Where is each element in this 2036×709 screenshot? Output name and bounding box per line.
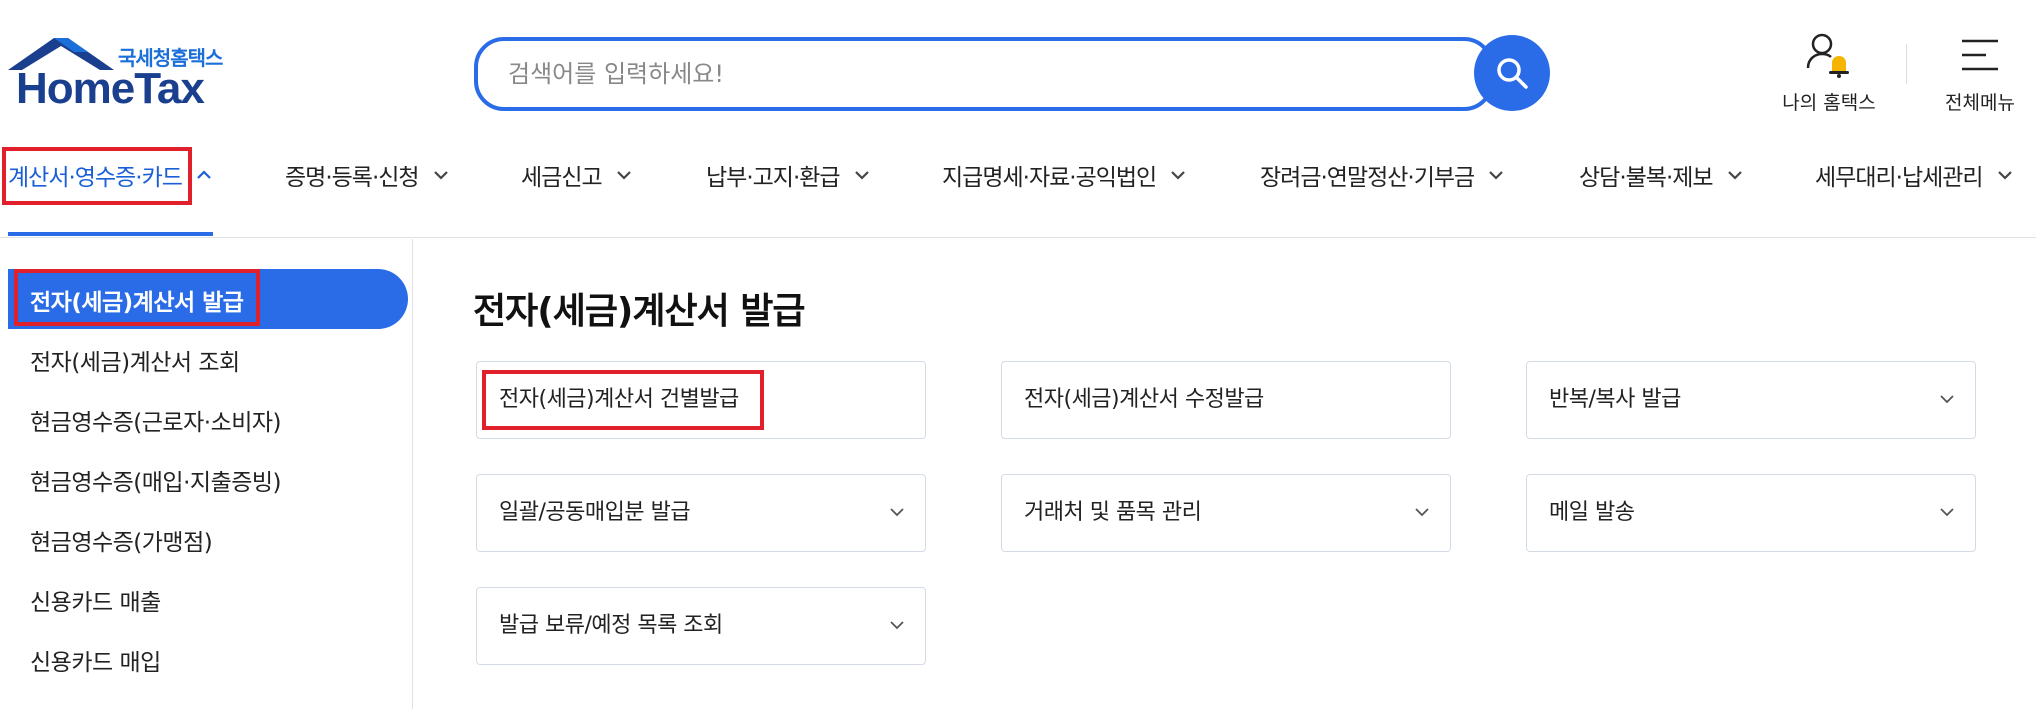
sidebar-item-credit-card-sales[interactable]: 신용카드 매출 [30, 583, 161, 617]
gnb-item-tax-filing[interactable]: 세금신고 [521, 140, 632, 210]
main-navigation: 계산서·영수증·카드 증명·등록·신청 세금신고 납부·고지·환급 지급명세·자… [0, 140, 2036, 238]
chevron-down-icon [1997, 170, 2013, 180]
chevron-down-icon [433, 170, 449, 180]
chevron-down-icon [1939, 507, 1955, 517]
gnb-item-label: 세금신고 [521, 165, 603, 191]
card-bulk-joint-purchase-issue[interactable]: 일괄/공동매입분 발급 [476, 474, 926, 552]
chevron-down-icon [854, 170, 870, 180]
gnb-item-payment-refund[interactable]: 납부·고지·환급 [706, 140, 870, 210]
all-menu-label: 전체메뉴 [1945, 92, 2015, 114]
header-divider [1906, 44, 1907, 84]
chevron-down-icon [889, 507, 905, 517]
card-send-mail[interactable]: 메일 발송 [1526, 474, 1976, 552]
chevron-down-icon [1414, 507, 1430, 517]
sidebar: 전자(세금)계산서 발급 전자(세금)계산서 조회 현금영수증(근로자·소비자)… [0, 239, 413, 709]
card-label: 메일 발송 [1549, 500, 1635, 525]
sidebar-item-issue-e-invoice[interactable]: 전자(세금)계산서 발급 [30, 283, 244, 317]
user-bell-icon [1806, 33, 1849, 78]
gnb-item-label: 증명·등록·신청 [285, 165, 420, 191]
chevron-down-icon [1170, 170, 1186, 180]
card-label: 반복/복사 발급 [1549, 387, 1681, 412]
sidebar-item-inquire-e-invoice[interactable]: 전자(세금)계산서 조회 [30, 343, 240, 377]
chevron-down-icon [889, 620, 905, 630]
search-input[interactable] [508, 41, 1448, 107]
card-individual-issue[interactable]: 전자(세금)계산서 건별발급 [476, 361, 926, 439]
card-pending-scheduled-list[interactable]: 발급 보류/예정 목록 조회 [476, 587, 926, 665]
card-label: 거래처 및 품목 관리 [1024, 500, 1202, 525]
gnb-item-incentive-yearend[interactable]: 장려금·연말정산·기부금 [1260, 140, 1504, 210]
search-icon [1497, 58, 1528, 89]
gnb-item-consultation-appeal[interactable]: 상담·불복·제보 [1579, 140, 1743, 210]
card-label: 전자(세금)계산서 수정발급 [1024, 387, 1264, 412]
hamburger-menu-icon [1962, 39, 1998, 71]
hometax-logo[interactable]: 국세청홈택스 HomeTax [8, 36, 233, 113]
card-client-item-management[interactable]: 거래처 및 품목 관리 [1001, 474, 1451, 552]
chevron-down-icon [1939, 394, 1955, 404]
my-hometax-label: 나의 홈택스 [1782, 92, 1876, 114]
gnb-item-label: 상담·불복·제보 [1579, 165, 1714, 191]
gnb-item-tax-agent[interactable]: 세무대리·납세관리 [1815, 140, 2013, 210]
card-repeat-copy-issue[interactable]: 반복/복사 발급 [1526, 361, 1976, 439]
gnb-item-certificate-registration[interactable]: 증명·등록·신청 [285, 140, 449, 210]
logo-title: HomeTax [16, 64, 205, 113]
gnb-item-label: 납부·고지·환급 [706, 165, 841, 191]
card-label: 전자(세금)계산서 건별발급 [499, 387, 739, 412]
gnb-item-invoice-receipt-card[interactable]: 계산서·영수증·카드 [8, 140, 212, 210]
card-label: 발급 보류/예정 목록 조회 [499, 613, 723, 638]
chevron-down-icon [1488, 170, 1504, 180]
search-button[interactable] [1474, 35, 1550, 111]
gnb-item-label: 계산서·영수증·카드 [8, 165, 183, 191]
sidebar-item-cash-receipt-consumer[interactable]: 현금영수증(근로자·소비자) [30, 403, 282, 437]
gnb-item-label: 장려금·연말정산·기부금 [1260, 165, 1475, 191]
sidebar-item-cash-receipt-merchant[interactable]: 현금영수증(가맹점) [30, 523, 213, 557]
gnb-active-underline [8, 232, 213, 236]
card-label: 일괄/공동매입분 발급 [499, 500, 691, 525]
all-menu-button[interactable]: 전체메뉴 [1925, 30, 2035, 115]
search-box [474, 37, 1494, 111]
page-title: 전자(세금)계산서 발급 [473, 291, 806, 332]
card-amended-issue[interactable]: 전자(세금)계산서 수정발급 [1001, 361, 1451, 439]
sidebar-item-cash-receipt-purchase[interactable]: 현금영수증(매입·지출증빙) [30, 463, 282, 497]
gnb-item-label: 세무대리·납세관리 [1815, 165, 1984, 191]
chevron-down-icon [1727, 170, 1743, 180]
gnb-item-label: 지급명세·자료·공익법인 [942, 165, 1157, 191]
gnb-item-payment-statement[interactable]: 지급명세·자료·공익법인 [942, 140, 1186, 210]
my-hometax-button[interactable]: 나의 홈택스 [1774, 30, 1884, 115]
chevron-up-icon [196, 170, 212, 180]
chevron-down-icon [616, 170, 632, 180]
sidebar-item-credit-card-purchase[interactable]: 신용카드 매입 [30, 643, 161, 677]
